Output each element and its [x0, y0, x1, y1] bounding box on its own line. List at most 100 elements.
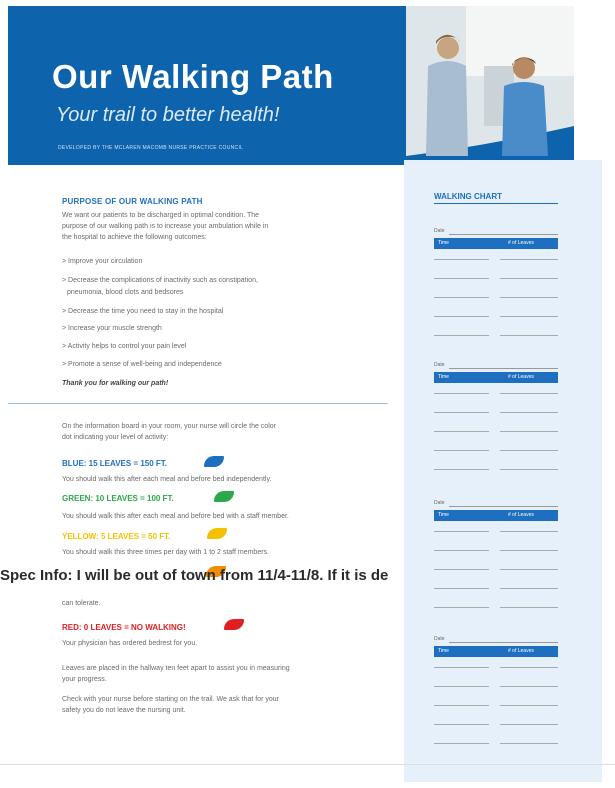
- levels-intro-line: dot indicating your level of activity:: [62, 434, 169, 441]
- chart-header-row: Time # of Leaves: [434, 510, 558, 521]
- level-red-heading: RED: 0 LEAVES = NO WALKING!: [62, 623, 186, 632]
- chart-date-field[interactable]: [449, 368, 558, 369]
- chart-entry-line[interactable]: [434, 412, 489, 413]
- chart-title-rule: [434, 203, 558, 204]
- thanks-note: Thank you for walking our path!: [62, 380, 169, 387]
- purpose-intro-line: purpose of our walking path is to increa…: [62, 223, 269, 230]
- level-blue-desc: You should walk this after each meal and…: [62, 476, 272, 483]
- chart-entry-line[interactable]: [434, 686, 489, 687]
- check-note-line: safety you do not leave the nursing unit…: [62, 707, 186, 714]
- level-yellow-desc: You should walk this three times per day…: [62, 549, 269, 556]
- chart-entry-line[interactable]: [500, 469, 558, 470]
- leaves-note: Leaves are placed in the hallway ten fee…: [62, 663, 382, 685]
- chart-entry-line[interactable]: [500, 724, 558, 725]
- chart-entry-line[interactable]: [500, 531, 558, 532]
- purpose-intro: We want our patients to be discharged in…: [62, 210, 372, 243]
- chart-entry-line[interactable]: [500, 667, 558, 668]
- level-green-heading: GREEN: 10 LEAVES = 100 FT.: [62, 494, 174, 503]
- check-note: Check with your nurse before starting on…: [62, 694, 382, 716]
- chart-date-label: Date: [434, 636, 445, 642]
- bullet-item: > Decrease the complications of inactivi…: [62, 277, 258, 284]
- chart-entry-line[interactable]: [500, 550, 558, 551]
- purpose-intro-line: the hospital to achieve the following ou…: [62, 234, 207, 241]
- level-red-desc: Your physician has ordered bedrest for y…: [62, 640, 198, 647]
- levels-intro: On the information board in your room, y…: [62, 421, 382, 443]
- red-leaf-icon: [224, 619, 244, 630]
- chart-entry-line[interactable]: [434, 469, 489, 470]
- blue-leaf-icon: [204, 456, 224, 467]
- developed-by-line: DEVELOPED BY THE MCLAREN MACOMB NURSE PR…: [58, 145, 244, 151]
- chart-col-leaves: # of Leaves: [508, 240, 534, 246]
- chart-entry-line[interactable]: [434, 667, 489, 668]
- page-title: Our Walking Path: [52, 58, 334, 95]
- chart-entry-line[interactable]: [500, 259, 558, 260]
- chart-date-field[interactable]: [449, 642, 558, 643]
- chart-entry-line[interactable]: [434, 607, 489, 608]
- chart-entry-line[interactable]: [434, 297, 489, 298]
- chart-entry-line[interactable]: [500, 686, 558, 687]
- chart-entry-line[interactable]: [434, 724, 489, 725]
- chart-col-leaves: # of Leaves: [508, 512, 534, 518]
- chart-date-label: Date: [434, 228, 445, 234]
- chart-entry-line[interactable]: [434, 335, 489, 336]
- chart-entry-line[interactable]: [434, 705, 489, 706]
- bullet-item: > Improve your circulation: [62, 258, 143, 265]
- level-green-desc: You should walk this after each meal and…: [62, 513, 289, 520]
- chart-entry-line[interactable]: [434, 431, 489, 432]
- leaves-note-line: your progress.: [62, 676, 107, 683]
- bullet-item: > Increase your muscle strength: [62, 325, 162, 332]
- chart-entry-line[interactable]: [434, 588, 489, 589]
- chart-entry-line[interactable]: [500, 431, 558, 432]
- chart-entry-line[interactable]: [500, 316, 558, 317]
- chart-entry-line[interactable]: [434, 393, 489, 394]
- chart-date-field[interactable]: [449, 506, 558, 507]
- chart-entry-line[interactable]: [500, 412, 558, 413]
- chart-entry-line[interactable]: [500, 743, 558, 744]
- bullet-item: > Activity helps to control your pain le…: [62, 343, 187, 350]
- bullet-item: > Promote a sense of well-being and inde…: [62, 361, 222, 368]
- level-yellow-heading: YELLOW: 5 LEAVES = 50 FT.: [62, 532, 171, 541]
- chart-entry-line[interactable]: [500, 393, 558, 394]
- chart-col-time: Time: [438, 648, 449, 654]
- chart-entry-line[interactable]: [434, 531, 489, 532]
- chart-header-row: Time # of Leaves: [434, 372, 558, 383]
- chart-date-label: Date: [434, 500, 445, 506]
- green-leaf-icon: [214, 491, 234, 502]
- bullet-item: pneumonia, blood clots and bedsores: [67, 289, 184, 296]
- check-note-line: Check with your nurse before starting on…: [62, 696, 279, 703]
- chart-entry-line[interactable]: [434, 550, 489, 551]
- bullet-item: > Decrease the time you need to stay in …: [62, 308, 224, 315]
- levels-intro-line: On the information board in your room, y…: [62, 423, 276, 430]
- chart-header-row: Time # of Leaves: [434, 238, 558, 249]
- chart-date-field[interactable]: [449, 234, 558, 235]
- footer-rule: [0, 764, 615, 765]
- page-subtitle: Your trail to better health!: [56, 104, 280, 126]
- chart-entry-line[interactable]: [500, 278, 558, 279]
- chart-header-row: Time # of Leaves: [434, 646, 558, 657]
- chart-entry-line[interactable]: [500, 335, 558, 336]
- chart-col-time: Time: [438, 512, 449, 518]
- spec-info-overlay: Spec Info: I will be out of town from 11…: [0, 567, 389, 584]
- purpose-heading: PURPOSE OF OUR WALKING PATH: [62, 197, 203, 206]
- chart-entry-line[interactable]: [434, 278, 489, 279]
- nurse-patient-photo: [406, 6, 574, 165]
- chart-entry-line[interactable]: [434, 259, 489, 260]
- chart-entry-line[interactable]: [434, 743, 489, 744]
- walking-chart-panel: [404, 160, 602, 782]
- level-blue-heading: BLUE: 15 LEAVES = 150 FT.: [62, 459, 167, 468]
- chart-col-time: Time: [438, 374, 449, 380]
- chart-entry-line[interactable]: [434, 316, 489, 317]
- chart-entry-line[interactable]: [500, 705, 558, 706]
- chart-entry-line[interactable]: [434, 450, 489, 451]
- leaves-note-line: Leaves are placed in the hallway ten fee…: [62, 665, 290, 672]
- chart-entry-line[interactable]: [500, 588, 558, 589]
- chart-entry-line[interactable]: [500, 297, 558, 298]
- section-divider: [8, 403, 388, 404]
- chart-col-time: Time: [438, 240, 449, 246]
- chart-entry-line[interactable]: [500, 607, 558, 608]
- walking-chart-title: WALKING CHART: [434, 192, 502, 201]
- chart-entry-line[interactable]: [500, 450, 558, 451]
- purpose-intro-line: We want our patients to be discharged in…: [62, 212, 260, 219]
- chart-col-leaves: # of Leaves: [508, 374, 534, 380]
- chart-col-leaves: # of Leaves: [508, 648, 534, 654]
